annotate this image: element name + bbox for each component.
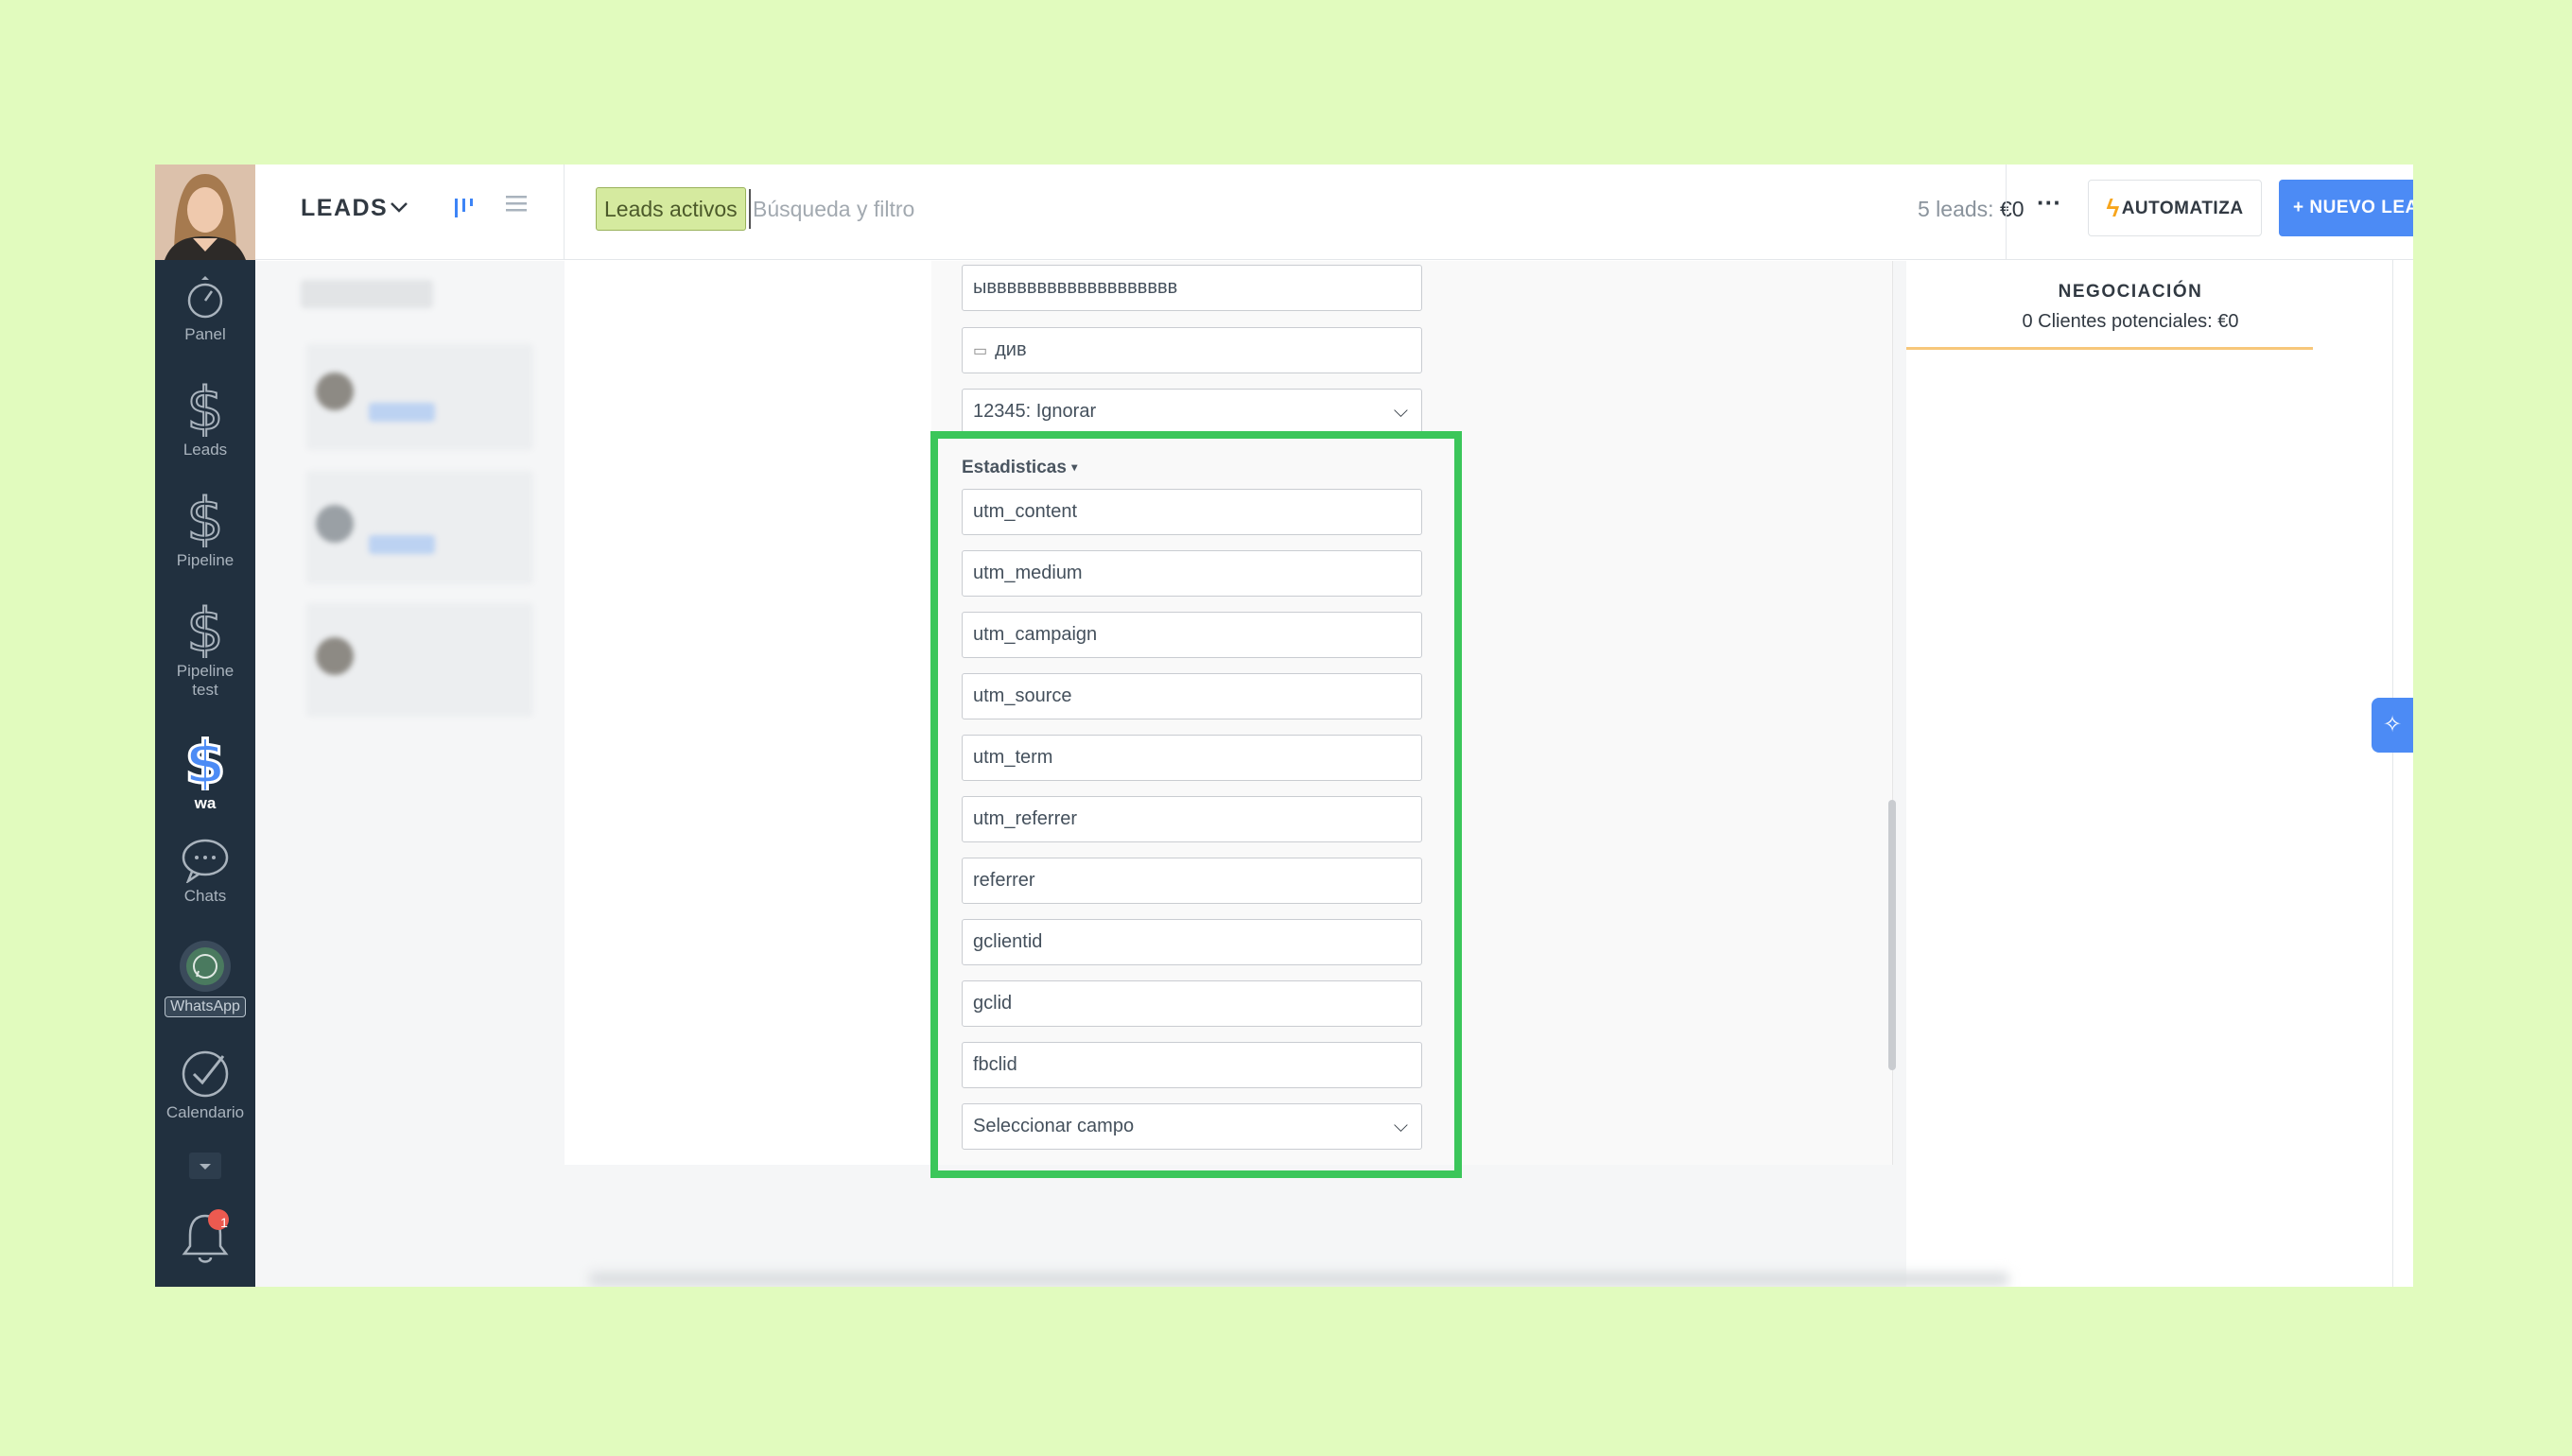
svg-text:$: $ bbox=[186, 489, 223, 547]
sidebar-item-pipeline-test[interactable]: $ Pipeline test bbox=[155, 599, 255, 700]
referrer-field[interactable]: referrer bbox=[962, 858, 1422, 904]
sidebar-item-chats[interactable]: Chats bbox=[155, 836, 255, 906]
calendar-icon: ▭ bbox=[973, 343, 988, 359]
gclid-field[interactable]: gclid bbox=[962, 980, 1422, 1027]
leads-count-value: €0 bbox=[1999, 197, 2025, 221]
utm-campaign-field[interactable]: utm_campaign bbox=[962, 612, 1422, 658]
utm-content-placeholder: utm_content bbox=[973, 501, 1078, 522]
stats-section-label: Estadisticas bbox=[962, 458, 1067, 477]
sidebar-item-panel[interactable]: Panel bbox=[155, 276, 255, 344]
stats-section-toggle[interactable]: Estadisticas ▾ bbox=[962, 458, 1077, 478]
sidebar-item-label: Panel bbox=[184, 325, 226, 343]
sidebar-item-label: Calendario bbox=[165, 1103, 245, 1121]
lightning-icon: ϟ bbox=[2106, 194, 2120, 222]
utm-referrer-field[interactable]: utm_referrer bbox=[962, 796, 1422, 842]
whatsapp-icon bbox=[180, 941, 231, 992]
svg-text:$: $ bbox=[184, 732, 225, 790]
svg-text:$: $ bbox=[186, 378, 223, 437]
check-circle-icon bbox=[182, 1050, 229, 1098]
scrollbar[interactable] bbox=[1888, 800, 1896, 1070]
stage-underline bbox=[1906, 347, 2313, 350]
lead-card-left-column bbox=[565, 261, 931, 1165]
header-divider bbox=[2006, 165, 2007, 260]
utm-content-field[interactable]: utm_content bbox=[962, 489, 1422, 535]
more-options-button[interactable]: ··· bbox=[2029, 185, 2069, 225]
chevron-down-icon bbox=[189, 1153, 221, 1179]
utm-medium-field[interactable]: utm_medium bbox=[962, 550, 1422, 597]
custom-text-field[interactable]: ыввввввввввввввввввв bbox=[962, 265, 1422, 311]
fbclid-placeholder: fbclid bbox=[973, 1054, 1017, 1075]
utm-source-placeholder: utm_source bbox=[973, 685, 1072, 706]
leads-count-prefix: 5 leads: bbox=[1918, 197, 2000, 221]
status-select[interactable]: 12345: Ignorar ⌵ bbox=[962, 389, 1422, 435]
sidebar-item-label: Chats bbox=[183, 887, 227, 905]
footer-shadow bbox=[590, 1273, 2008, 1286]
stage-column bbox=[1906, 261, 2413, 1287]
dollar-icon: $ bbox=[183, 732, 227, 790]
svg-text:$: $ bbox=[186, 599, 223, 658]
sidebar-more-button[interactable] bbox=[155, 1152, 255, 1184]
sidebar-item-label: Leads bbox=[182, 441, 228, 459]
left-sidebar: Panel $ Leads $ Pipeline $ Pipeline test… bbox=[155, 165, 255, 1287]
active-filter-chip[interactable]: Leads activos bbox=[596, 187, 746, 231]
speedometer-icon bbox=[187, 276, 223, 319]
chat-icon bbox=[182, 839, 229, 883]
custom-text-value: ыввввввввввввввввввв bbox=[973, 277, 1178, 298]
gclientid-placeholder: gclientid bbox=[973, 931, 1043, 952]
pipeline-title[interactable]: LEADS bbox=[301, 195, 388, 222]
automatiza-button[interactable]: ϟ AUTOMATIZA bbox=[2088, 180, 2262, 236]
utm-medium-placeholder: utm_medium bbox=[973, 563, 1083, 583]
utm-campaign-placeholder: utm_campaign bbox=[973, 624, 1098, 645]
sidebar-item-label: Pipeline bbox=[176, 551, 235, 569]
sidebar-item-label: Pipeline test bbox=[176, 662, 235, 699]
sidebar-item-label: WhatsApp bbox=[165, 997, 246, 1017]
new-lead-button[interactable]: + NUEVO LEAD bbox=[2279, 180, 2413, 236]
utm-term-placeholder: utm_term bbox=[973, 747, 1053, 768]
date-value: див bbox=[995, 339, 1027, 360]
top-header: LEADS Leads activos 5 leads: €0 ··· ϟAUT… bbox=[255, 165, 2413, 260]
notification-badge: 1 bbox=[220, 1215, 228, 1230]
leads-count: 5 leads: €0 bbox=[1918, 197, 2025, 222]
sidebar-item-pipeline[interactable]: $ Pipeline bbox=[155, 489, 255, 570]
stage-subtitle: 0 Clientes potenciales: €0 bbox=[2022, 311, 2239, 332]
header-divider bbox=[564, 165, 565, 260]
chevron-down-icon: ⌵ bbox=[1393, 401, 1408, 422]
sidebar-item-whatsapp[interactable]: WhatsApp bbox=[155, 940, 255, 1017]
dollar-icon: $ bbox=[185, 489, 224, 547]
stage-title: NEGOCIACIÓN bbox=[2058, 282, 2203, 302]
sparkle-icon: ✧ bbox=[2382, 712, 2403, 737]
triangle-down-icon: ▾ bbox=[1071, 460, 1078, 474]
sidebar-item-calendario[interactable]: Calendario bbox=[155, 1049, 255, 1122]
ai-assistant-button[interactable]: ✧ bbox=[2372, 698, 2413, 753]
gclid-placeholder: gclid bbox=[973, 993, 1013, 1014]
chevron-down-icon: ⌵ bbox=[1393, 1116, 1408, 1136]
gclientid-field[interactable]: gclientid bbox=[962, 919, 1422, 965]
referrer-placeholder: referrer bbox=[973, 870, 1035, 891]
date-field[interactable]: ▭ див bbox=[962, 327, 1422, 373]
notifications-button[interactable]: 1 bbox=[155, 1208, 255, 1273]
search-input[interactable] bbox=[749, 189, 1222, 229]
dollar-icon: $ bbox=[185, 378, 224, 437]
avatar[interactable] bbox=[155, 165, 255, 260]
sidebar-item-label: wa bbox=[194, 794, 217, 812]
automatiza-label: AUTOMATIZA bbox=[2121, 199, 2244, 218]
crm-window: NEGOCIACIÓN 0 Clientes potenciales: €0 ✧… bbox=[155, 165, 2413, 1287]
select-field-dropdown[interactable]: Seleccionar campo ⌵ bbox=[962, 1103, 1422, 1150]
fbclid-field[interactable]: fbclid bbox=[962, 1042, 1422, 1088]
kanban-view-icon[interactable] bbox=[452, 195, 478, 228]
lead-card-panel: ыввввввввввввввввввв ▭ див 12345: Ignorar… bbox=[565, 261, 1896, 1165]
list-view-icon[interactable] bbox=[503, 191, 530, 225]
utm-term-field[interactable]: utm_term bbox=[962, 735, 1422, 781]
chevron-down-icon[interactable] bbox=[388, 196, 410, 224]
sidebar-item-leads[interactable]: $ Leads bbox=[155, 378, 255, 459]
status-select-value: 12345: Ignorar bbox=[973, 401, 1097, 422]
dollar-icon: $ bbox=[185, 599, 224, 658]
sidebar-item-wa[interactable]: $ wa bbox=[155, 732, 255, 813]
select-field-value: Seleccionar campo bbox=[973, 1116, 1135, 1136]
utm-referrer-placeholder: utm_referrer bbox=[973, 808, 1078, 829]
utm-source-field[interactable]: utm_source bbox=[962, 673, 1422, 719]
